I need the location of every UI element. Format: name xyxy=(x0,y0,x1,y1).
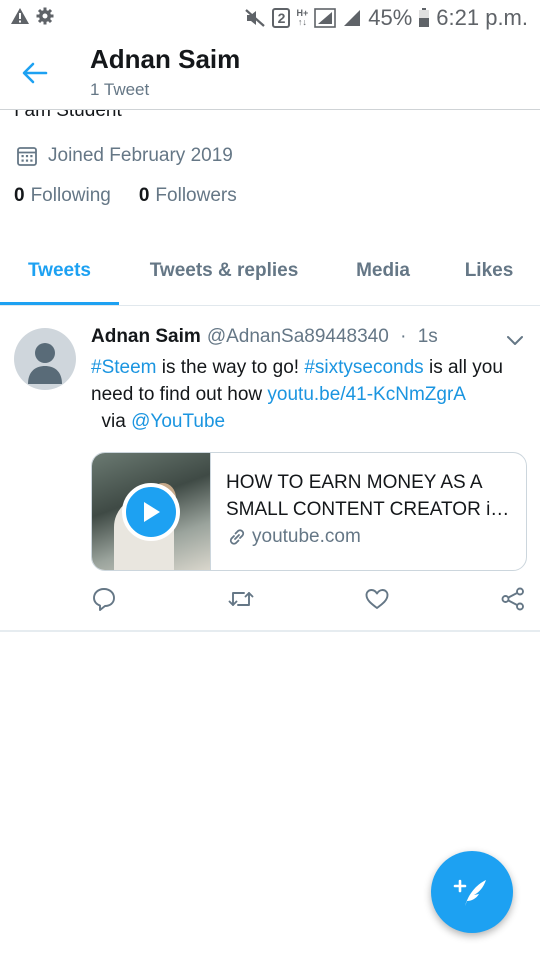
sim-badge: 2 xyxy=(272,8,291,28)
reply-button[interactable] xyxy=(89,584,119,614)
followers-label: Followers xyxy=(155,185,237,206)
retweet-button[interactable] xyxy=(226,584,256,614)
arrow-left-icon xyxy=(22,62,48,84)
tweet-time: 1s xyxy=(417,326,438,347)
share-icon xyxy=(501,587,524,611)
back-button[interactable] xyxy=(18,58,52,88)
retweet-icon xyxy=(228,592,254,606)
chevron-down-icon xyxy=(507,336,523,345)
tweet-menu-button[interactable] xyxy=(506,334,524,352)
profile-tabs: Tweets Tweets & replies Media Likes xyxy=(0,238,540,306)
network-type-icon: H+ ↑↓ xyxy=(296,9,308,27)
signal-icon xyxy=(314,8,337,28)
status-bar: 2 H+ ↑↓ 45% 6:21 p.m. xyxy=(0,0,540,36)
link-preview-card[interactable]: HOW TO EARN MONEY AS A SMALL CONTENT CRE… xyxy=(91,452,527,571)
tweet-text-segment: via xyxy=(91,411,132,432)
page-title: Adnan Saim xyxy=(90,44,241,74)
clock: 6:21 p.m. xyxy=(436,5,528,30)
signal-icon xyxy=(342,8,362,28)
hashtag-link[interactable]: #Steem xyxy=(91,357,156,378)
reply-icon xyxy=(93,588,115,611)
tweet-text-segment: is the way to go! xyxy=(156,357,305,378)
tweet-header: Adnan Saim @AdnanSa89448340 · 1s xyxy=(91,326,438,348)
joined-label: Joined February 2019 xyxy=(48,145,233,166)
follow-stats: 0 Following 0 Followers xyxy=(14,185,237,207)
compose-tweet-icon xyxy=(453,879,486,906)
battery-percent: 45% xyxy=(368,5,413,30)
tab-tweets-replies[interactable]: Tweets & replies xyxy=(128,238,320,304)
tweet[interactable]: Adnan Saim @AdnanSa89448340 · 1s #Steem i… xyxy=(0,306,540,632)
card-domain-label: youtube.com xyxy=(252,526,361,547)
like-button[interactable] xyxy=(362,584,392,614)
default-avatar-icon xyxy=(28,343,62,384)
compose-tweet-button[interactable] xyxy=(431,851,513,933)
tab-media[interactable]: Media xyxy=(336,238,430,304)
play-button[interactable] xyxy=(122,483,180,541)
following-count: 0 xyxy=(14,185,25,206)
play-icon xyxy=(144,502,160,522)
calendar-icon xyxy=(17,147,37,166)
followers-count: 0 xyxy=(138,185,150,206)
joined-date: Joined February 2019 xyxy=(16,145,233,167)
hashtag-link[interactable]: #sixtyseconds xyxy=(304,357,423,378)
battery-icon xyxy=(418,8,430,28)
following-link[interactable]: 0 Following xyxy=(14,185,111,207)
mute-icon xyxy=(244,8,266,28)
tweet-text: #Steem is the way to go! #sixtyseconds i… xyxy=(91,354,521,435)
tweet-author-name[interactable]: Adnan Saim xyxy=(91,326,201,347)
tweet-count: 1 Tweet xyxy=(90,80,150,99)
video-thumbnail xyxy=(92,453,211,570)
card-domain: youtube.com xyxy=(226,526,361,548)
tweet-author-handle: @AdnanSa89448340 xyxy=(206,326,389,347)
warning-icon xyxy=(10,7,30,30)
tab-likes[interactable]: Likes xyxy=(448,238,530,304)
link-icon xyxy=(229,529,245,545)
like-icon xyxy=(365,589,389,609)
tweet-separator: · xyxy=(400,326,407,347)
tab-tweets[interactable]: Tweets xyxy=(0,238,119,304)
followers-link[interactable]: 0 Followers xyxy=(139,185,237,207)
mention-link[interactable]: @YouTube xyxy=(131,411,225,432)
avatar[interactable] xyxy=(14,328,76,390)
active-tab-indicator xyxy=(0,302,119,305)
share-button[interactable] xyxy=(498,584,528,614)
settings-icon xyxy=(36,7,54,30)
card-title: HOW TO EARN MONEY AS A SMALL CONTENT CRE… xyxy=(226,472,510,520)
network-arrows: ↑↓ xyxy=(297,17,307,27)
tweet-actions xyxy=(0,584,540,614)
profile-header: Adnan Saim 1 Tweet xyxy=(0,36,540,110)
url-link[interactable]: youtu.be/41-KcNmZgrA xyxy=(267,384,464,405)
following-label: Following xyxy=(30,185,111,206)
